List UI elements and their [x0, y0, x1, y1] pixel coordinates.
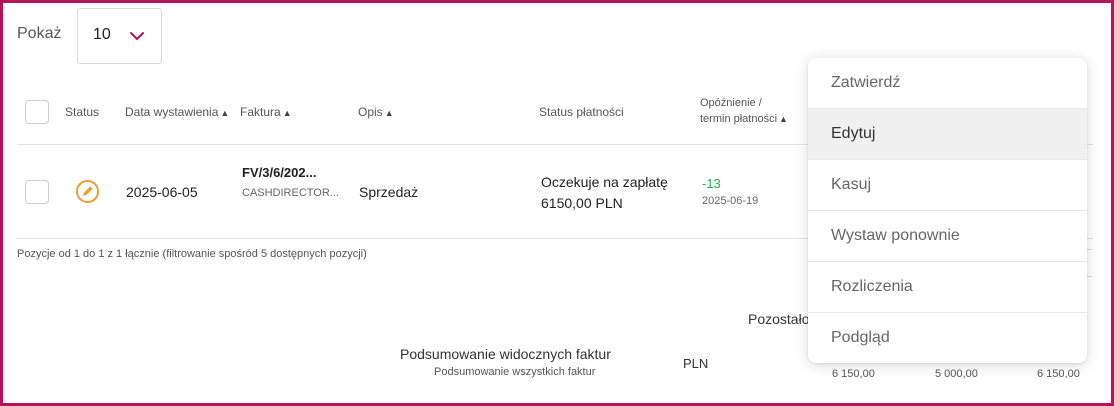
- summary-value: 6 150,00: [832, 368, 875, 380]
- sort-icon: ▲︎: [384, 108, 394, 118]
- summary-all-label: Podsumowanie wszystkich faktur: [434, 366, 596, 378]
- pagination-info: Pozycje od 1 do 1 z 1 łącznie (filtrowan…: [17, 248, 367, 260]
- header-delay-line1: Opóźnienie /: [700, 97, 762, 109]
- row-description: Sprzedaż: [359, 184, 419, 200]
- sort-icon: ▲︎: [779, 114, 788, 124]
- header-issue-date[interactable]: Data wystawienia ▲︎: [125, 105, 229, 119]
- header-description[interactable]: Opis ▲︎: [358, 105, 394, 119]
- header-delay-label: termin płatności: [700, 113, 778, 125]
- select-all-checkbox[interactable]: [25, 100, 49, 124]
- summary-value: 5 000,00: [935, 368, 978, 380]
- row-due-date: 2025-06-19: [702, 195, 759, 207]
- header-invoice[interactable]: Faktura ▲︎: [240, 105, 292, 119]
- pencil-circle-icon[interactable]: [75, 179, 100, 204]
- sort-icon: ▲︎: [220, 108, 230, 118]
- menu-item-preview[interactable]: Podgląd: [808, 313, 1087, 363]
- header-description-label: Opis: [358, 105, 383, 119]
- row-actions-menu: Zatwierdź Edytuj Kasuj Wystaw ponownie R…: [808, 58, 1087, 363]
- row-invoice-number[interactable]: FV/3/6/202...: [242, 165, 316, 180]
- menu-item-edit[interactable]: Edytuj: [808, 109, 1087, 160]
- menu-item-settlements[interactable]: Rozliczenia: [808, 262, 1087, 313]
- show-label: Pokaż: [17, 25, 62, 42]
- page-size-value: 10: [93, 26, 111, 43]
- menu-item-reissue[interactable]: Wystaw ponownie: [808, 211, 1087, 262]
- row-delay: -13: [702, 176, 721, 191]
- summary-value: 6 150,00: [1037, 368, 1080, 380]
- header-issue-date-label: Data wystawienia: [125, 105, 219, 119]
- row-issue-date: 2025-06-05: [126, 184, 198, 200]
- summary-remaining-label: Pozostało: [748, 311, 810, 327]
- summary-currency: PLN: [683, 356, 709, 371]
- row-invoice-client: CASHDIRECTOR...: [242, 187, 339, 199]
- header-invoice-label: Faktura: [240, 105, 281, 119]
- row-payment-status: Oczekuje na zapłatę: [541, 174, 668, 190]
- header-delay[interactable]: termin płatności ▲︎: [700, 113, 788, 125]
- header-payment-status: Status płatności: [539, 105, 624, 119]
- menu-item-delete[interactable]: Kasuj: [808, 160, 1087, 211]
- menu-item-approve[interactable]: Zatwierdź: [808, 58, 1087, 109]
- summary-visible-label: Podsumowanie widocznych faktur: [400, 346, 611, 362]
- page-size-select[interactable]: 10: [77, 8, 162, 64]
- row-checkbox[interactable]: [25, 180, 49, 204]
- header-status: Status: [65, 105, 100, 119]
- row-payment-amount: 6150,00 PLN: [541, 195, 623, 211]
- sort-icon: ▲︎: [282, 108, 292, 118]
- chevron-down-icon: [130, 32, 144, 40]
